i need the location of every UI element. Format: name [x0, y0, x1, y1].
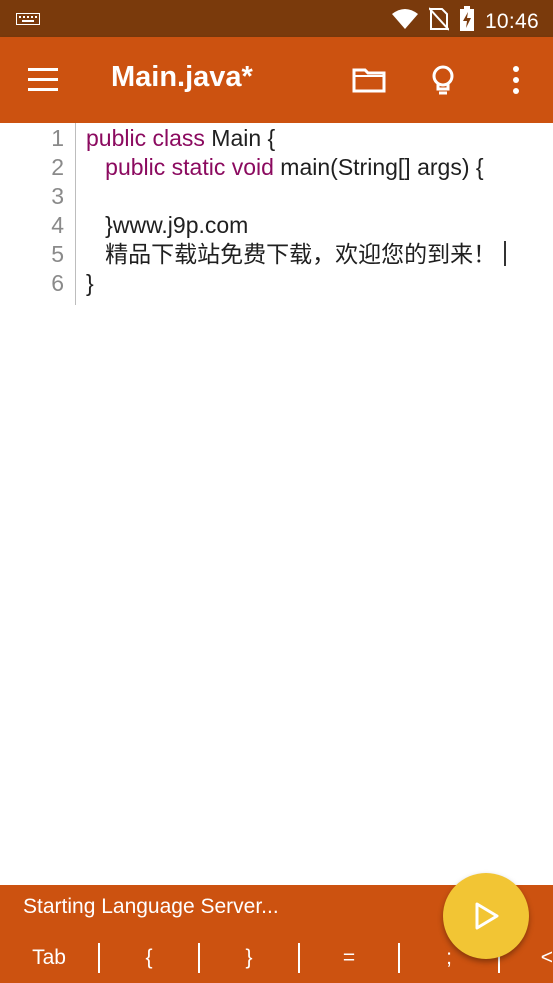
play-icon: [475, 902, 499, 930]
line-number: 1: [51, 125, 64, 151]
line-number: 3: [51, 183, 64, 209]
status-bar: 10:46: [0, 0, 553, 37]
code-rest: Main {: [204, 125, 276, 151]
clock: 10:46: [484, 9, 539, 33]
code-text[interactable]: }: [86, 269, 94, 298]
keyword: public static void: [105, 154, 274, 180]
code-rest: main(String[] args) {: [273, 154, 484, 180]
text-cursor: [504, 241, 507, 266]
code-line[interactable]: 3: [0, 182, 553, 211]
line-number: 6: [51, 270, 64, 296]
code-editor[interactable]: 1 public class Main { 2 public static vo…: [0, 123, 553, 885]
lightbulb-icon[interactable]: [426, 63, 460, 97]
key-equals[interactable]: =: [300, 943, 398, 973]
menu-icon[interactable]: [26, 65, 60, 95]
code-rest: 精品下载站免费下载，欢迎您的到来！: [86, 241, 497, 267]
key-close-brace[interactable]: }: [200, 943, 298, 973]
no-sim-icon: [428, 7, 450, 36]
code-line[interactable]: 1 public class Main {: [0, 124, 553, 153]
folder-icon[interactable]: [352, 63, 386, 97]
code-text[interactable]: }www.j9p.com: [86, 211, 248, 240]
wifi-icon: [391, 8, 419, 35]
code-line[interactable]: 4 }www.j9p.com: [0, 211, 553, 240]
code-text[interactable]: public static void main(String[] args) {: [86, 153, 484, 182]
code-line[interactable]: 6 }: [0, 269, 553, 298]
code-text[interactable]: 精品下载站免费下载，欢迎您的到来！: [86, 240, 507, 269]
app-bar: Main.java*: [0, 37, 553, 123]
file-title: Main.java*: [111, 61, 253, 93]
keyboard-icon: [16, 12, 40, 30]
line-number: 4: [51, 212, 64, 238]
line-number: 5: [51, 241, 64, 267]
code-line[interactable]: 2 public static void main(String[] args)…: [0, 153, 553, 182]
code-line[interactable]: 5 精品下载站免费下载，欢迎您的到来！: [0, 240, 553, 269]
keyword: public class: [86, 125, 205, 151]
battery-charging-icon: [459, 6, 475, 37]
line-number: 2: [51, 154, 64, 180]
run-button[interactable]: [443, 873, 529, 959]
key-open-brace[interactable]: {: [100, 943, 198, 973]
more-vert-icon[interactable]: [499, 63, 533, 97]
language-server-status: Starting Language Server...: [23, 895, 279, 918]
key-tab[interactable]: Tab: [0, 943, 98, 973]
code-text[interactable]: public class Main {: [86, 124, 275, 153]
